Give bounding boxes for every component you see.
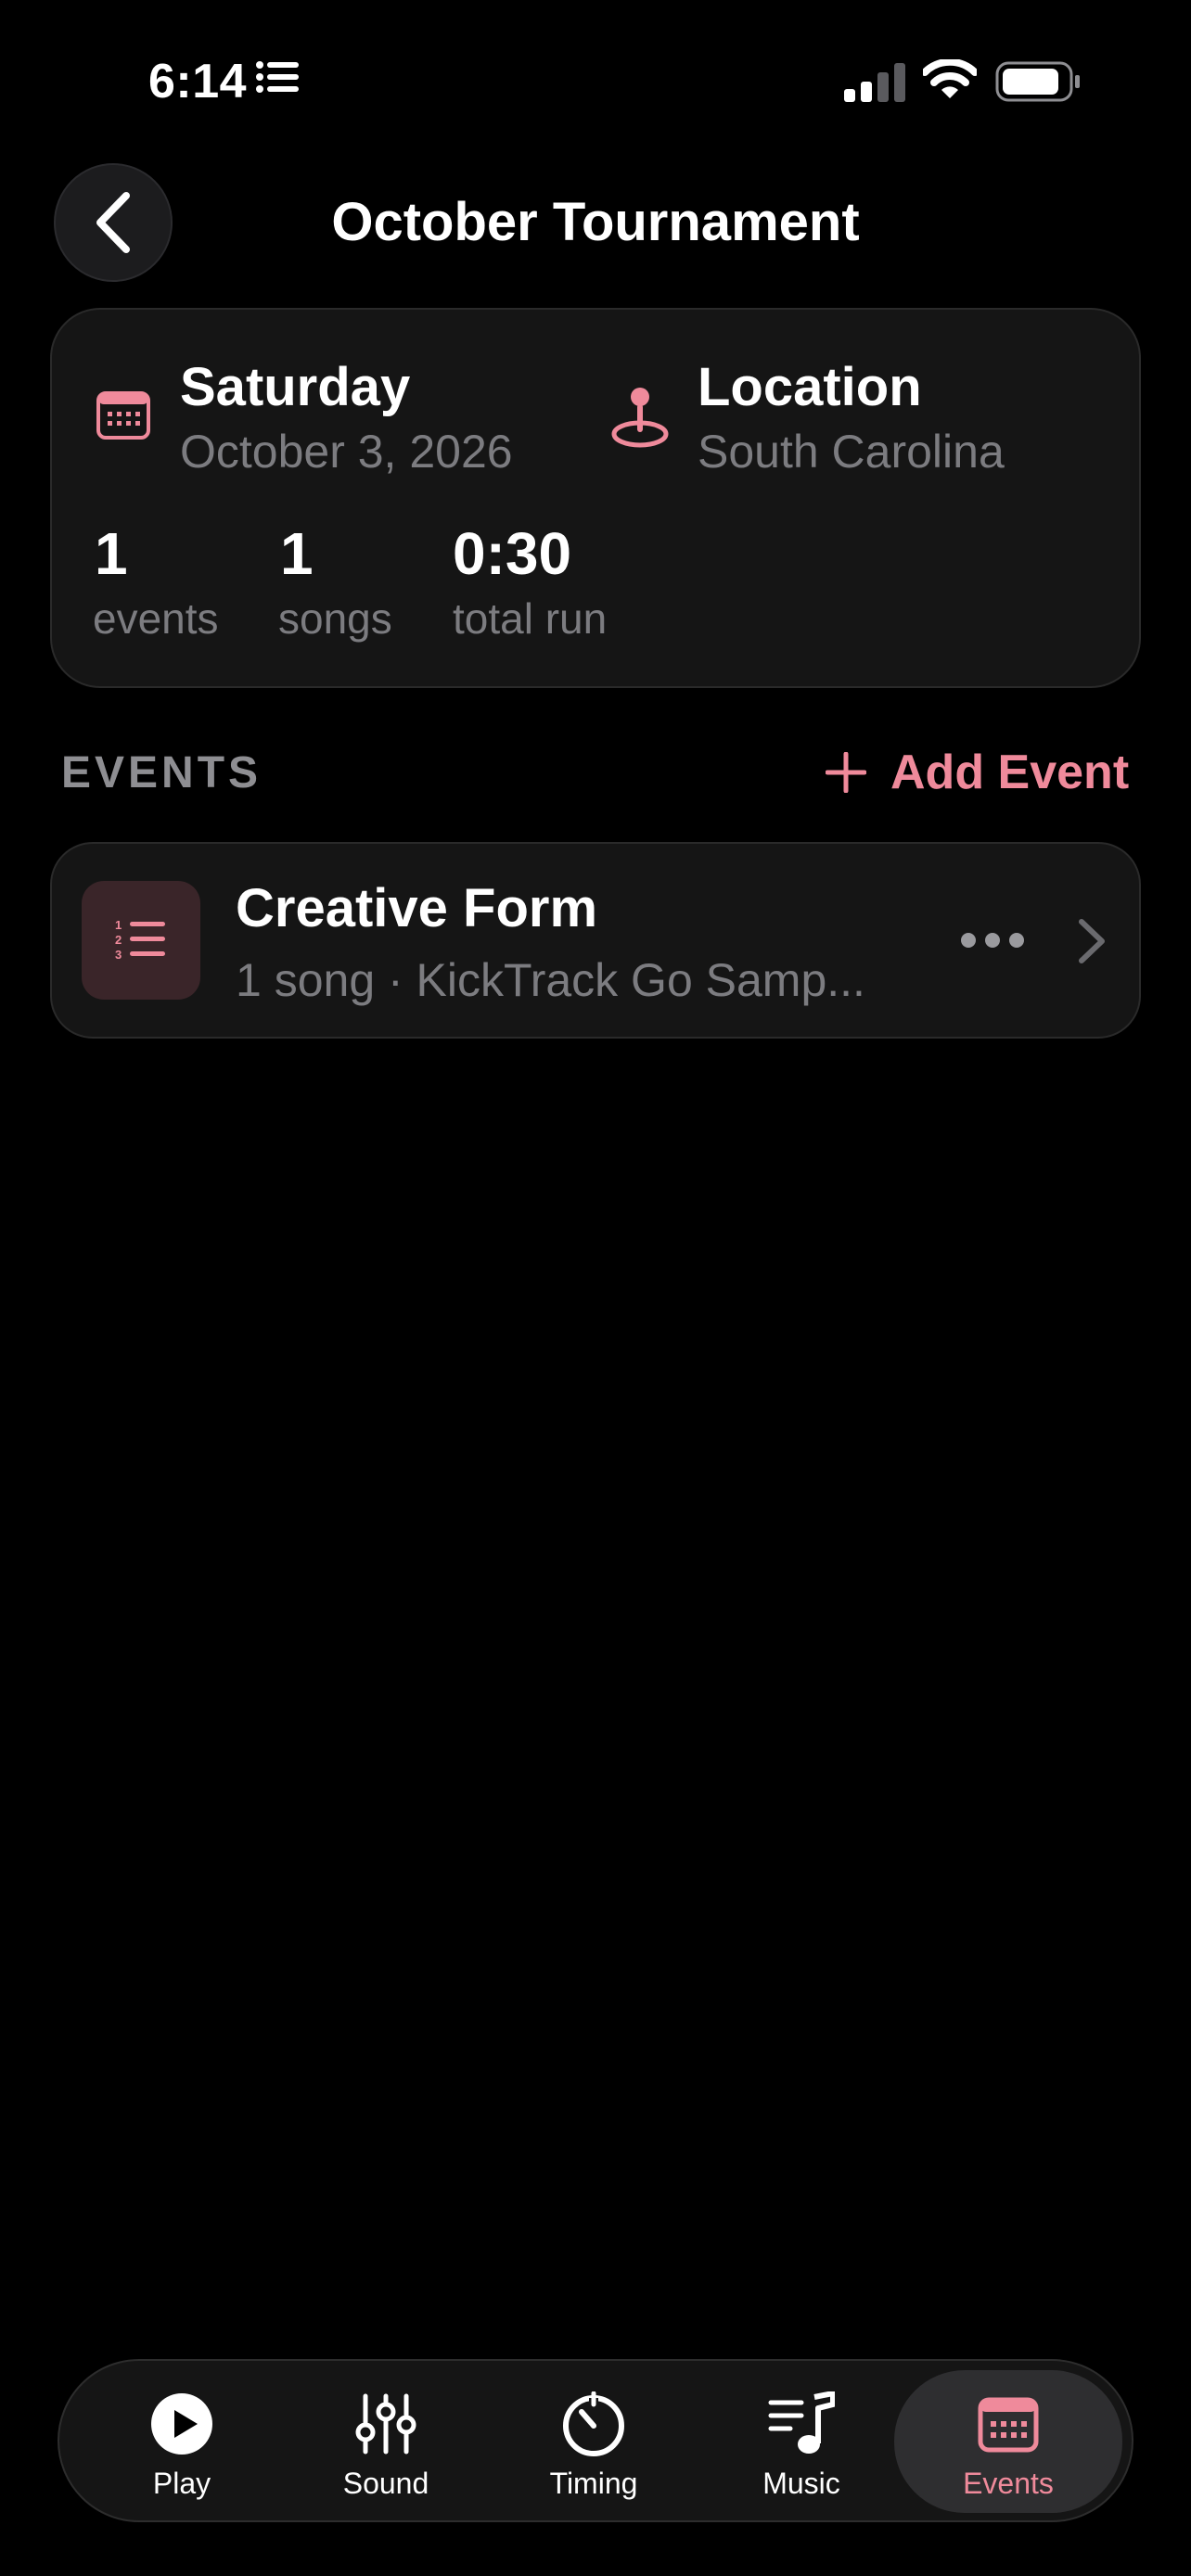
stat-events-count: 1 <box>95 520 128 587</box>
svg-text:1: 1 <box>115 918 122 932</box>
tab-sound-label: Sound <box>342 2467 429 2500</box>
tab-events-label: Events <box>963 2467 1054 2500</box>
cellular-signal-icon <box>844 63 905 102</box>
tab-music[interactable]: Music <box>699 2370 903 2513</box>
chevron-right-icon[interactable] <box>1076 918 1108 964</box>
battery-icon <box>995 61 1080 102</box>
stat-songs-count: 1 <box>280 520 314 587</box>
stat-total-run-label: total run <box>453 594 608 643</box>
svg-text:2: 2 <box>115 933 122 947</box>
tab-events[interactable]: Events <box>894 2370 1122 2513</box>
more-options-icon[interactable] <box>959 929 1026 951</box>
tab-sound[interactable]: Sound <box>284 2370 488 2513</box>
tab-music-label: Music <box>762 2467 840 2500</box>
tab-timing[interactable]: Timing <box>492 2370 696 2513</box>
stat-events-label: events <box>93 594 219 643</box>
wifi-icon <box>923 59 977 98</box>
stat-songs-label: songs <box>278 594 392 643</box>
event-date: October 3, 2026 <box>180 426 513 478</box>
event-day: Saturday <box>180 357 411 417</box>
event-title: Creative Form <box>236 878 598 938</box>
events-section-title: EVENTS <box>61 748 263 797</box>
status-time: 6:14 <box>148 55 248 108</box>
calendar-icon <box>978 2397 1039 2453</box>
sliders-icon <box>355 2393 416 2455</box>
list-icon <box>256 61 299 93</box>
music-icon <box>768 2391 835 2454</box>
svg-text:3: 3 <box>115 948 122 962</box>
add-event-label: Add Event <box>890 746 1130 799</box>
stat-total-run-value: 0:30 <box>453 520 572 587</box>
event-icon-box: 123 <box>82 881 200 1000</box>
location-value: South Carolina <box>698 426 1005 478</box>
page-title: October Tournament <box>331 192 860 252</box>
tab-timing-label: Timing <box>549 2467 638 2500</box>
location-pin-icon <box>611 388 669 448</box>
location-title: Location <box>698 357 922 417</box>
calendar-icon <box>96 391 150 440</box>
tab-play[interactable]: Play <box>80 2370 284 2513</box>
tab-play-label: Play <box>152 2467 211 2500</box>
event-subtitle: 1 song · KickTrack Go Samp... <box>236 954 865 1006</box>
plus-icon <box>826 752 866 793</box>
add-event-button[interactable]: Add Event <box>826 740 1129 805</box>
numbered-list-icon: 123 <box>115 918 165 962</box>
timer-icon <box>563 2391 624 2456</box>
play-icon <box>151 2393 212 2455</box>
